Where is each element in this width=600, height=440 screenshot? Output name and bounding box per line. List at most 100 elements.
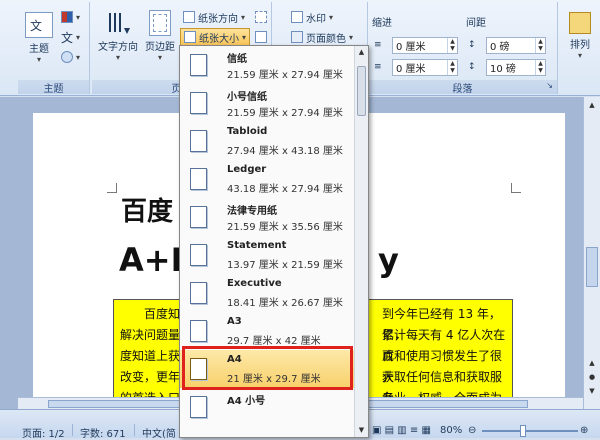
- next-page-icon[interactable]: ▼: [586, 385, 598, 397]
- scroll-up-icon[interactable]: ▲: [586, 99, 598, 111]
- themes-button[interactable]: 文 主题 ▾: [24, 12, 54, 64]
- page-color-button[interactable]: 页面颜色 ▾: [288, 28, 356, 46]
- orientation-icon: [183, 11, 195, 23]
- scroll-down-icon[interactable]: ▼: [357, 426, 366, 435]
- paper-size-option[interactable]: Tabloid 27.94 厘米 x 43.18 厘米: [180, 122, 355, 160]
- spacing-after-field[interactable]: 10 磅 ▲ ▼: [486, 59, 546, 76]
- text-direction-label: 文字方向: [98, 42, 138, 53]
- spin-arrows-icon[interactable]: ▲ ▼: [535, 60, 545, 75]
- themes-label: 主题: [29, 44, 49, 55]
- paper-size-option[interactable]: Statement 13.97 厘米 x 21.59 厘米: [180, 236, 355, 274]
- breaks-button[interactable]: [252, 8, 270, 26]
- chevron-down-icon: ▾: [241, 12, 246, 22]
- indent-right-icon: ≡: [374, 62, 382, 72]
- paragraph-line: 百度知: [144, 307, 181, 321]
- paper-size-dimensions: 18.41 厘米 x 26.67 厘米: [227, 298, 343, 309]
- margins-button[interactable]: 页边距 ▾: [142, 10, 178, 62]
- paper-size-name: A4 小号: [227, 396, 266, 407]
- chevron-down-icon: ▾: [157, 53, 162, 62]
- spacing-after-icon: ↕: [468, 62, 476, 72]
- scroll-thumb[interactable]: [586, 247, 598, 287]
- paper-size-option[interactable]: 法律专用纸 21.59 厘米 x 35.56 厘米: [180, 198, 355, 236]
- scroll-thumb[interactable]: [357, 66, 366, 116]
- page-color-icon: [291, 31, 303, 43]
- paper-size-dimensions: 13.97 厘米 x 21.59 厘米: [227, 260, 343, 271]
- orientation-button[interactable]: 纸张方向 ▾: [180, 8, 248, 26]
- paper-size-name: Statement: [227, 240, 287, 251]
- page-icon: [190, 396, 207, 418]
- spin-arrows-icon[interactable]: ▲ ▼: [447, 38, 457, 53]
- scroll-up-icon[interactable]: ▲: [357, 48, 366, 57]
- arrange-group: 排列 ▾: [560, 2, 600, 94]
- paper-size-dimensions: 21.59 厘米 x 27.94 厘米: [227, 70, 343, 81]
- prev-page-icon[interactable]: ▲: [586, 357, 598, 369]
- paper-size-name: Executive: [227, 278, 282, 289]
- theme-colors-button[interactable]: ▾: [58, 8, 83, 26]
- paragraph-group-label: 段落 ↘: [368, 80, 557, 95]
- line-numbers-button[interactable]: [252, 28, 270, 46]
- zoom-level[interactable]: 80%: [440, 425, 462, 436]
- arrange-icon: [569, 12, 591, 34]
- line-numbers-icon: [255, 31, 267, 43]
- paper-size-option[interactable]: Executive 18.41 厘米 x 26.67 厘米: [180, 274, 355, 312]
- spacing-before-icon: ↕: [468, 40, 476, 50]
- arrange-label: 排列: [570, 40, 590, 51]
- paper-size-option[interactable]: Ledger 43.18 厘米 x 27.94 厘米: [180, 160, 355, 198]
- paper-size-name: Tabloid: [227, 126, 268, 137]
- menu-scrollbar[interactable]: ▲ ▼: [354, 46, 368, 437]
- theme-fonts-button[interactable]: 文 ▾: [58, 28, 83, 46]
- chevron-down-icon: ▾: [577, 51, 582, 60]
- theme-group-label: 主题: [18, 80, 89, 95]
- paper-size-button[interactable]: 纸张大小 ▾: [180, 28, 251, 46]
- orientation-label: 纸张方向: [198, 13, 238, 25]
- chevron-down-icon: ▾: [36, 55, 41, 64]
- spacing-before-field[interactable]: 0 磅 ▲ ▼: [486, 37, 546, 54]
- paper-size-dimensions: 21.59 厘米 x 27.94 厘米: [227, 108, 343, 119]
- paper-size-option[interactable]: 信纸 21.59 厘米 x 27.94 厘米: [180, 46, 355, 84]
- chevron-down-icon: ▾: [115, 53, 120, 62]
- theme-fonts-icon: 文: [61, 30, 74, 45]
- margins-label: 页边距: [145, 42, 175, 53]
- paper-size-option[interactable]: A4 小号: [180, 388, 355, 426]
- theme-effects-button[interactable]: ▾: [58, 48, 83, 66]
- spin-arrows-icon[interactable]: ▲ ▼: [447, 60, 457, 75]
- margins-icon: [149, 10, 171, 36]
- page-icon: [190, 130, 207, 152]
- zoom-slider-thumb[interactable]: [520, 425, 526, 437]
- indent-left-field[interactable]: 0 厘米 ▲ ▼: [392, 37, 458, 54]
- page-icon: [190, 54, 207, 76]
- zoom-slider[interactable]: [482, 430, 578, 432]
- text-direction-button[interactable]: 文字方向 ▾: [96, 10, 140, 62]
- paragraph-line: 解决问题量: [120, 328, 181, 342]
- chevron-down-icon: ▾: [242, 32, 247, 42]
- paper-size-option[interactable]: A3 29.7 厘米 x 42 厘米: [180, 312, 355, 350]
- watermark-button[interactable]: 水印 ▾: [288, 8, 336, 26]
- arrange-button[interactable]: 排列 ▾: [564, 12, 596, 60]
- paper-size-dimensions: 27.94 厘米 x 43.18 厘米: [227, 146, 343, 157]
- text-direction-icon: [104, 10, 132, 36]
- spin-arrows-icon[interactable]: ▲ ▼: [535, 38, 545, 53]
- watermark-label: 水印: [306, 13, 326, 25]
- zoom-in-icon[interactable]: ⊕: [580, 425, 588, 436]
- page-color-label: 页面颜色: [306, 33, 346, 45]
- paper-size-dimensions: 21.59 厘米 x 35.56 厘米: [227, 222, 343, 233]
- select-browse-object-icon[interactable]: ●: [586, 371, 598, 383]
- watermark-icon: [291, 11, 303, 23]
- chevron-down-icon: ▾: [349, 32, 354, 42]
- paper-size-option[interactable]: 小号信纸 21.59 厘米 x 27.94 厘米: [180, 84, 355, 122]
- zoom-out-icon[interactable]: ⊖: [468, 425, 476, 436]
- theme-group: 文 主题 ▾ ▾ 文 ▾ ▾ 主题: [18, 2, 90, 95]
- selection-highlight-box: [182, 346, 353, 390]
- page-icon: [190, 282, 207, 304]
- view-buttons[interactable]: ▣ ▤ ▥ ≡ ▦: [372, 425, 431, 436]
- page-icon: [190, 206, 207, 228]
- indent-right-field[interactable]: 0 厘米 ▲ ▼: [392, 59, 458, 76]
- dialog-launcher-icon[interactable]: ↘: [546, 81, 553, 90]
- breaks-icon: [255, 11, 267, 23]
- paper-size-dimensions: 43.18 厘米 x 27.94 厘米: [227, 184, 343, 195]
- page-icon: [190, 92, 207, 114]
- margin-corner-mark: [107, 183, 117, 193]
- page-icon: [190, 244, 207, 266]
- vertical-scrollbar[interactable]: ▲ ▲ ● ▼: [583, 97, 600, 409]
- margin-corner-mark: [511, 183, 521, 193]
